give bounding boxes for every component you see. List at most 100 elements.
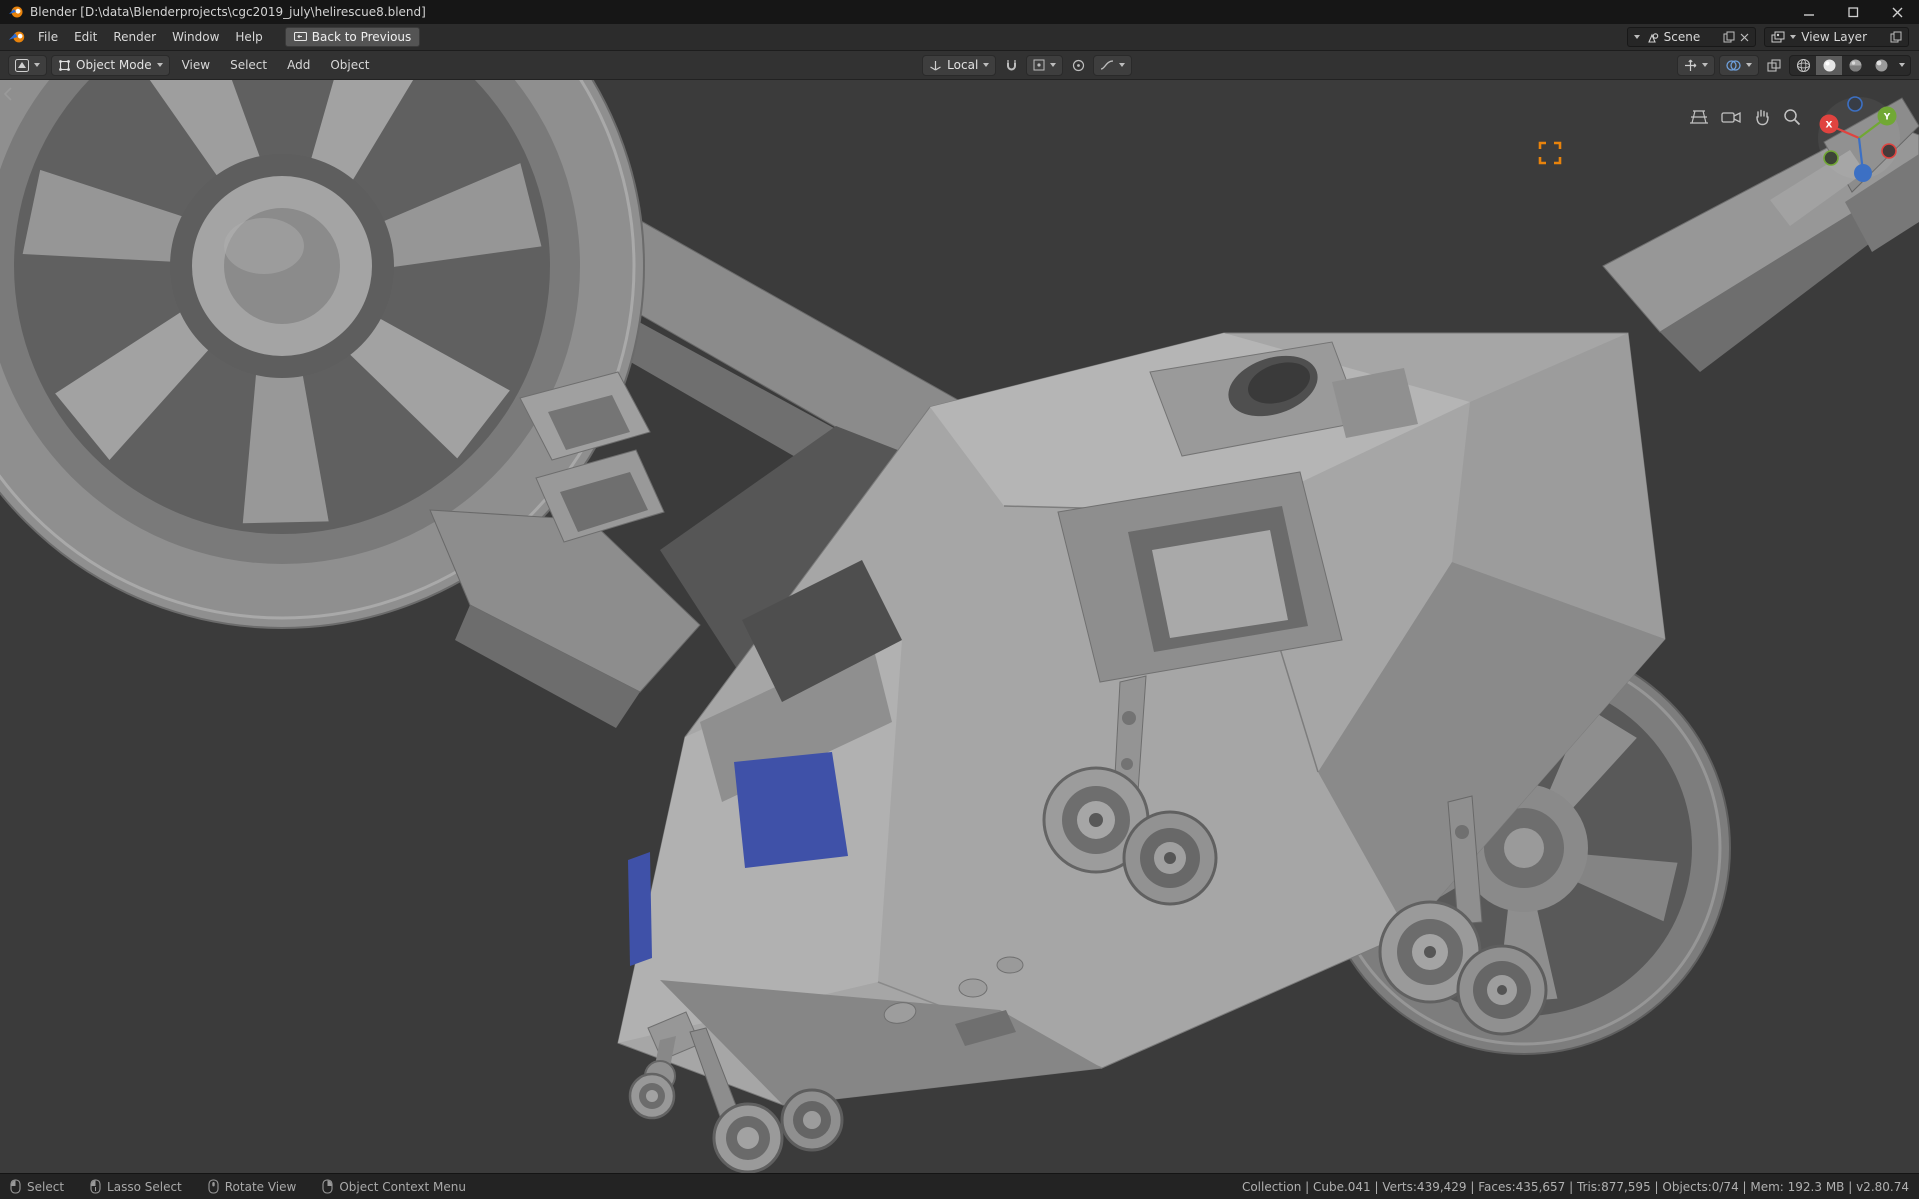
right-mouse-button-icon <box>322 1179 333 1194</box>
menu-edit[interactable]: Edit <box>66 27 105 47</box>
magnet-icon <box>1006 59 1016 70</box>
proportional-falloff-selector[interactable] <box>1093 54 1133 76</box>
chevron-down-icon <box>34 63 40 67</box>
view-layer-name: View Layer <box>1801 30 1867 44</box>
show-overlays-toggle[interactable] <box>1719 54 1760 76</box>
menu-file[interactable]: File <box>30 27 66 47</box>
viewport-menu-view[interactable]: View <box>174 55 218 75</box>
chevron-down-icon[interactable] <box>1899 63 1906 67</box>
gizmo-y-label: Y <box>1883 113 1891 123</box>
chevron-down-icon <box>1702 63 1709 67</box>
zoom-icon[interactable] <box>1783 108 1801 126</box>
status-bar: Select Lasso Select Rotate View Object C… <box>0 1173 1919 1199</box>
blender-app-icon <box>9 6 23 18</box>
chevron-down-icon <box>1790 35 1797 39</box>
hint-object-context-menu: Object Context Menu <box>322 1179 466 1194</box>
chevron-down-icon <box>1746 63 1753 67</box>
chevron-down-icon <box>1050 63 1057 67</box>
3d-viewport-editor-icon <box>15 58 29 72</box>
editor-type-selector[interactable] <box>8 54 47 76</box>
scene-name: Scene <box>1663 30 1701 44</box>
shading-wireframe-button[interactable] <box>1790 56 1816 75</box>
camera-view-icon[interactable] <box>1721 108 1741 126</box>
orientation-axes-icon <box>930 60 941 71</box>
back-to-previous-button[interactable]: Back to Previous <box>284 27 421 47</box>
minimize-button[interactable] <box>1787 0 1831 24</box>
shading-mode-group <box>1789 54 1912 76</box>
viewport-menu-add[interactable]: Add <box>279 55 318 75</box>
proportional-editing-toggle[interactable] <box>1067 55 1089 76</box>
back-to-previous-label: Back to Previous <box>311 30 412 44</box>
maximize-button[interactable] <box>1831 0 1875 24</box>
wireframe-sphere-icon <box>1796 58 1810 72</box>
3d-viewport-canvas[interactable] <box>0 80 1919 1173</box>
menu-help[interactable]: Help <box>227 27 270 47</box>
scene-statistics: Collection | Cube.041 | Verts:439,429 | … <box>1241 1179 1909 1194</box>
shading-material-button[interactable] <box>1842 56 1868 75</box>
left-mouse-button-icon <box>10 1179 21 1194</box>
gizmo-x-label: X <box>1826 121 1833 131</box>
viewport-menu-object[interactable]: Object <box>322 55 377 75</box>
close-icon <box>1892 7 1902 17</box>
scene-selector[interactable]: Scene <box>1626 27 1757 47</box>
maximize-icon <box>1847 6 1858 17</box>
gizmos-icon <box>1685 59 1697 71</box>
unlink-scene-icon[interactable] <box>1740 33 1749 42</box>
mode-selector[interactable]: Object Mode <box>51 54 170 76</box>
orientation-label: Local <box>947 58 979 72</box>
gizmo-z-axis[interactable] <box>1854 164 1872 182</box>
chevron-down-icon <box>983 63 990 67</box>
fullscreen-region-icon[interactable] <box>1537 140 1563 166</box>
title-bar: Blender [D:\data\Blenderprojects\cgc2019… <box>0 0 1919 24</box>
gizmo-x-neg-axis[interactable] <box>1881 143 1897 159</box>
blender-logo-icon[interactable] <box>8 29 26 45</box>
menu-render[interactable]: Render <box>105 27 164 47</box>
menu-window[interactable]: Window <box>164 27 227 47</box>
transform-orientation-selector[interactable]: Local <box>922 54 997 76</box>
overlays-icon <box>1726 59 1741 71</box>
mode-label: Object Mode <box>76 58 152 72</box>
toolbar-expand-arrow[interactable] <box>2 86 14 102</box>
side-window-blue[interactable] <box>628 852 652 966</box>
perspective-toggle-icon[interactable] <box>1689 108 1709 126</box>
material-sphere-icon <box>1849 59 1862 71</box>
workspace-back-icon <box>293 31 307 41</box>
chevron-down-icon <box>1633 35 1640 39</box>
shading-solid-button[interactable] <box>1816 55 1843 75</box>
proportional-editing-icon <box>1072 59 1084 71</box>
view-layer-icon <box>1771 31 1785 42</box>
chevron-down-icon <box>1119 63 1126 67</box>
hint-rotate-view: Rotate View <box>208 1179 296 1194</box>
new-scene-icon[interactable] <box>1723 31 1735 43</box>
shading-rendered-button[interactable] <box>1868 56 1894 75</box>
snap-toggle[interactable] <box>1000 55 1022 76</box>
hint-lasso-select: Lasso Select <box>90 1179 182 1194</box>
solid-sphere-icon <box>1823 59 1836 71</box>
left-mouse-drag-icon <box>90 1179 101 1194</box>
window-title: Blender [D:\data\Blenderprojects\cgc2019… <box>30 5 426 19</box>
snap-target-selector[interactable] <box>1026 54 1064 76</box>
viewport-menu-select[interactable]: Select <box>222 55 275 75</box>
object-mode-icon <box>59 59 70 71</box>
middle-mouse-button-icon <box>208 1179 219 1194</box>
xray-toggle[interactable] <box>1763 55 1785 76</box>
xray-icon <box>1767 58 1781 72</box>
3d-viewport[interactable]: X Y <box>0 80 1919 1173</box>
chevron-down-icon <box>156 63 163 67</box>
close-button[interactable] <box>1875 0 1919 24</box>
cockpit-window-blue[interactable] <box>734 752 848 868</box>
gizmo-z-neg-axis[interactable] <box>1847 96 1863 112</box>
snap-increment-icon <box>1033 59 1045 71</box>
new-view-layer-icon[interactable] <box>1890 31 1902 43</box>
minimize-icon <box>1803 13 1814 16</box>
gizmo-y-neg-axis[interactable] <box>1823 150 1839 166</box>
falloff-curve-icon <box>1101 60 1114 70</box>
show-gizmos-toggle[interactable] <box>1677 54 1716 76</box>
navigation-gizmo[interactable]: X Y <box>1813 94 1905 182</box>
top-menu-bar: File Edit Render Window Help Back to Pre… <box>0 24 1919 51</box>
rendered-sphere-icon <box>1875 59 1888 71</box>
view-layer-selector[interactable]: View Layer <box>1764 27 1909 47</box>
viewport-header: Object Mode View Select Add Object Local <box>0 51 1919 80</box>
pan-hand-icon[interactable] <box>1753 108 1771 126</box>
hint-select: Select <box>10 1179 64 1194</box>
